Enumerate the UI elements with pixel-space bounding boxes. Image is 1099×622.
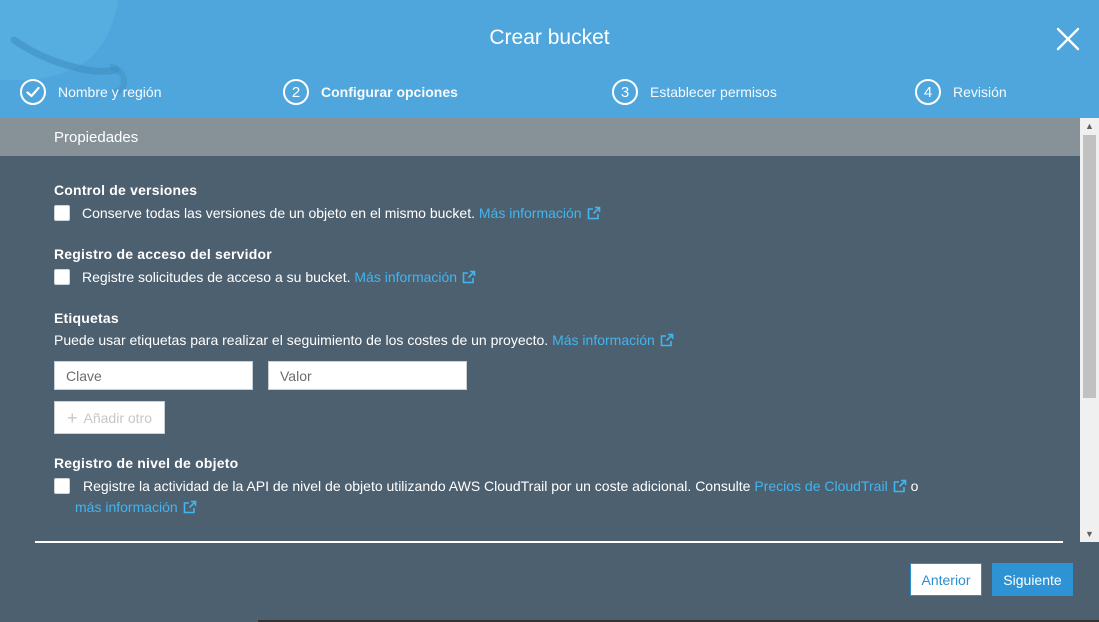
cloudtrail-pricing-link[interactable]: Precios de CloudTrail	[754, 478, 906, 494]
tags-description-row: Puede usar etiquetas para realizar el se…	[54, 332, 674, 348]
properties-header: Propiedades	[0, 118, 1080, 156]
step-label: Revisión	[953, 84, 1007, 100]
next-button[interactable]: Siguiente	[992, 563, 1073, 596]
plus-icon: +	[67, 407, 78, 428]
access-logging-checkbox[interactable]	[54, 269, 70, 285]
versioning-checkbox[interactable]	[54, 205, 70, 221]
access-logging-title: Registro de acceso del servidor	[54, 246, 272, 262]
external-link-icon	[462, 270, 476, 284]
object-logging-more-info-link[interactable]: más información	[75, 499, 197, 515]
step-number: 2	[283, 79, 309, 105]
vertical-scrollbar[interactable]: ▲ ▼	[1080, 118, 1099, 542]
object-logging-title: Registro de nivel de objeto	[54, 455, 239, 471]
link-text: Más información	[552, 332, 655, 348]
link-text: Precios de CloudTrail	[754, 478, 888, 494]
step-configurar-opciones[interactable]: 2 Configurar opciones	[283, 78, 458, 106]
scroll-down-arrow-icon[interactable]: ▼	[1080, 526, 1099, 542]
step-nombre-region[interactable]: Nombre y región	[20, 78, 162, 106]
external-link-icon	[587, 206, 600, 220]
object-logging-checkbox[interactable]	[54, 478, 70, 494]
add-tag-label: Añadir otro	[83, 409, 152, 426]
dialog-title: Crear bucket	[489, 26, 610, 49]
check-circle-icon	[20, 79, 46, 105]
add-tag-button[interactable]: + Añadir otro	[54, 401, 165, 434]
tag-key-input[interactable]	[54, 361, 253, 390]
step-revision[interactable]: 4 Revisión	[915, 78, 1007, 106]
external-link-icon	[893, 479, 906, 493]
link-text: más información	[75, 499, 178, 515]
step-label: Nombre y región	[58, 84, 162, 100]
step-number: 4	[915, 79, 941, 105]
conjunction-text: o	[910, 478, 919, 494]
tags-title: Etiquetas	[54, 310, 119, 326]
step-number: 3	[612, 79, 638, 105]
properties-title: Propiedades	[54, 129, 139, 146]
dialog-header: Crear bucket Nombre y región 2 Configura…	[0, 0, 1099, 118]
scroll-up-arrow-icon[interactable]: ▲	[1080, 118, 1099, 134]
step-label: Configurar opciones	[321, 84, 458, 100]
versioning-row: Conserve todas las versiones de un objet…	[54, 205, 601, 221]
versioning-title: Control de versiones	[54, 182, 198, 198]
close-icon[interactable]	[1055, 26, 1081, 52]
object-logging-row-2: más información	[75, 499, 197, 515]
step-establecer-permisos[interactable]: 3 Establecer permisos	[612, 78, 777, 106]
footer-divider	[35, 541, 1063, 543]
object-logging-text: Registre la actividad de la API de nivel…	[83, 478, 751, 494]
step-label: Establecer permisos	[650, 84, 777, 100]
access-logging-text: Registre solicitudes de acceso a su buck…	[82, 269, 351, 285]
tag-value-input[interactable]	[268, 361, 467, 390]
external-link-icon	[660, 333, 674, 347]
scroll-thumb[interactable]	[1083, 135, 1096, 398]
access-logging-row: Registre solicitudes de acceso a su buck…	[54, 269, 476, 285]
versioning-more-info-link[interactable]: Más información	[479, 205, 601, 221]
link-text: Más información	[354, 269, 458, 285]
object-logging-row: Registre la actividad de la API de nivel…	[54, 478, 1034, 494]
previous-button[interactable]: Anterior	[910, 563, 982, 596]
tags-text: Puede usar etiquetas para realizar el se…	[54, 332, 549, 348]
link-text: Más información	[478, 205, 582, 221]
external-link-icon	[183, 500, 197, 514]
versioning-text: Conserve todas las versiones de un objet…	[82, 205, 475, 221]
tags-more-info-link[interactable]: Más información	[552, 332, 674, 348]
access-logging-more-info-link[interactable]: Más información	[354, 269, 476, 285]
